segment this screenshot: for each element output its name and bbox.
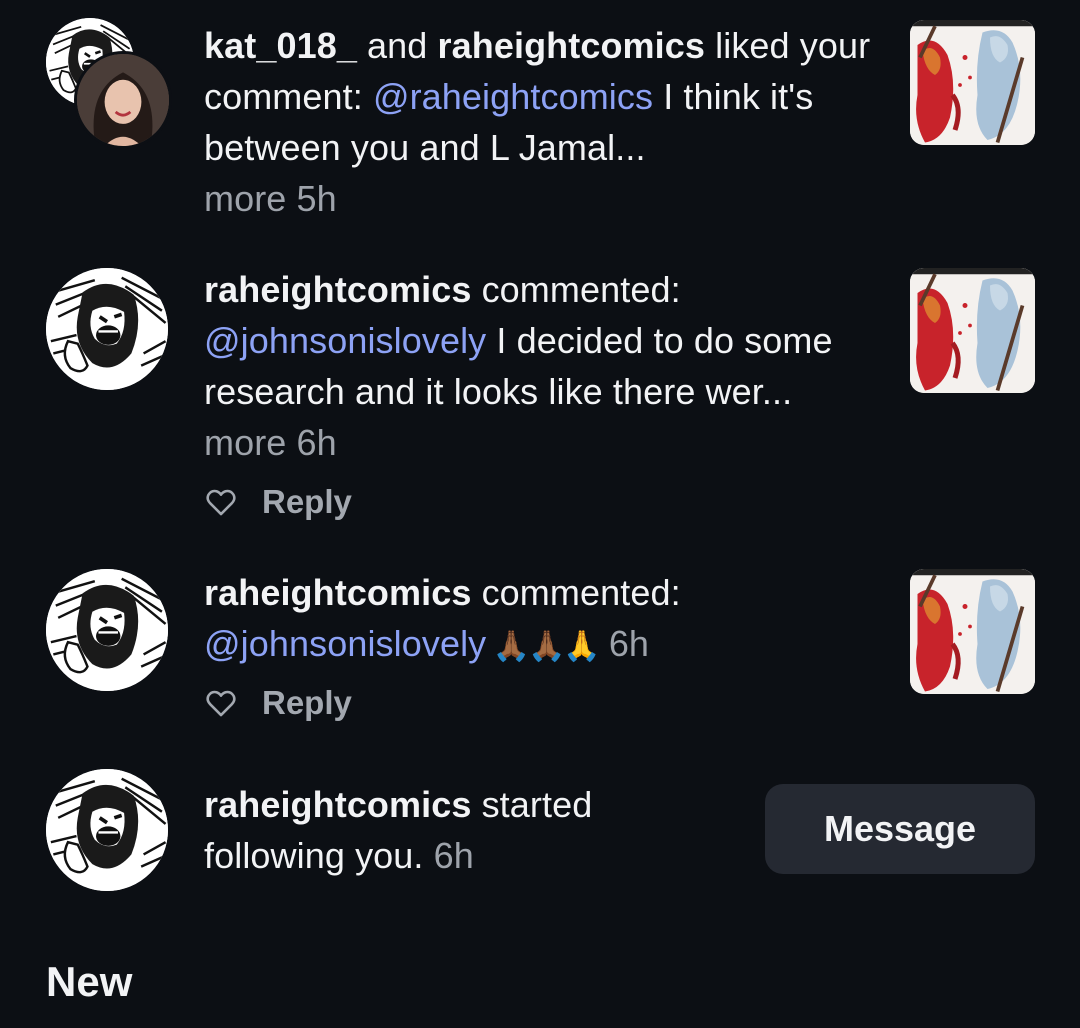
mention-link[interactable]: @raheightcomics xyxy=(373,76,653,117)
post-thumbnail[interactable] xyxy=(910,569,1035,694)
joiner-text: and xyxy=(356,25,438,66)
notification-follow[interactable]: raheightcomics started following you. 6h… xyxy=(0,765,1080,905)
reply-button[interactable]: Reply xyxy=(262,483,352,521)
timestamp: 5h xyxy=(296,178,337,219)
message-button[interactable]: Message xyxy=(765,784,1035,874)
username[interactable]: raheightcomics xyxy=(204,572,471,613)
heart-outline-icon[interactable] xyxy=(204,485,238,519)
mention-link[interactable]: @johnsonislovely xyxy=(204,320,486,361)
reply-row: Reply xyxy=(204,482,352,522)
avatar-kat_018_[interactable] xyxy=(74,51,172,149)
action-text: commented: xyxy=(471,269,681,310)
reply-row: Reply xyxy=(204,683,352,723)
action-text: commented: xyxy=(471,572,681,613)
notification-comment[interactable]: raheightcomics commented: @johnsonislove… xyxy=(0,565,1080,745)
post-thumbnail[interactable] xyxy=(910,20,1035,145)
notification-text: raheightcomics started following you. 6h xyxy=(204,779,674,881)
username[interactable]: raheightcomics xyxy=(204,269,471,310)
notification-text: raheightcomics commented: @johnsonislove… xyxy=(204,567,874,672)
more-link[interactable]: more xyxy=(204,178,286,219)
username[interactable]: kat_018_ xyxy=(204,25,357,66)
heart-outline-icon[interactable] xyxy=(204,686,238,720)
username[interactable]: raheightcomics xyxy=(204,784,471,825)
notification-text: kat_018_ and raheightcomics liked your c… xyxy=(204,20,874,224)
timestamp: 6h xyxy=(296,422,337,463)
post-thumbnail[interactable] xyxy=(910,268,1035,393)
avatar-raheightcomics[interactable] xyxy=(46,769,168,891)
more-link[interactable]: more xyxy=(204,422,286,463)
avatar-raheightcomics[interactable] xyxy=(46,569,168,691)
timestamp: 6h xyxy=(608,623,650,664)
notification-liked-comment[interactable]: kat_018_ and raheightcomics liked your c… xyxy=(0,0,1080,230)
comment-body: 🙏🏾🙏🏾🙏 xyxy=(486,630,601,663)
username[interactable]: raheightcomics xyxy=(438,25,705,66)
notification-comment[interactable]: raheightcomics commented: @johnsonislove… xyxy=(0,260,1080,540)
mention-link[interactable]: @johnsonislovely xyxy=(204,623,486,664)
timestamp: 6h xyxy=(433,835,474,876)
avatar-raheightcomics[interactable] xyxy=(46,268,168,390)
section-title-new: New xyxy=(46,958,133,1005)
reply-button[interactable]: Reply xyxy=(262,684,352,722)
notification-text: raheightcomics commented: @johnsonislove… xyxy=(204,264,874,468)
